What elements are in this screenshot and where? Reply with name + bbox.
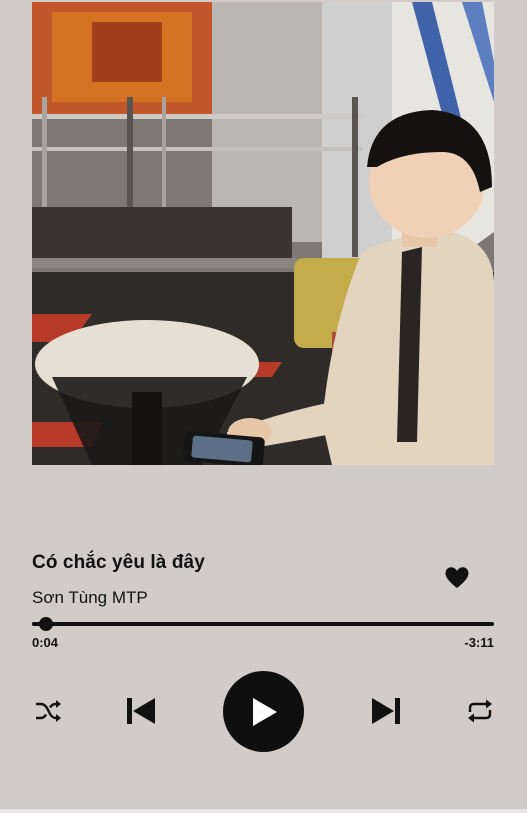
album-art xyxy=(32,2,494,465)
previous-button[interactable] xyxy=(124,694,158,728)
play-button[interactable] xyxy=(223,671,304,752)
skip-next-icon xyxy=(372,698,400,724)
progress-knob[interactable] xyxy=(38,617,53,631)
time-remaining: -3:11 xyxy=(464,635,494,650)
track-artist: Sơn Tùng MTP xyxy=(32,588,148,607)
album-art-photo xyxy=(32,2,494,465)
progress-bar[interactable] xyxy=(32,617,494,631)
heart-icon xyxy=(445,567,469,588)
track-title: Có chắc yêu là đây xyxy=(32,552,205,573)
like-button[interactable] xyxy=(444,566,470,590)
time-elapsed: 0:04 xyxy=(32,635,59,650)
repeat-icon xyxy=(468,699,492,723)
shuffle-button[interactable] xyxy=(34,698,62,724)
play-icon xyxy=(252,697,277,726)
shuffle-icon xyxy=(36,700,61,722)
bottom-edge xyxy=(0,809,527,813)
skip-previous-icon xyxy=(127,698,155,724)
repeat-button[interactable] xyxy=(465,698,495,724)
next-button[interactable] xyxy=(369,694,403,728)
